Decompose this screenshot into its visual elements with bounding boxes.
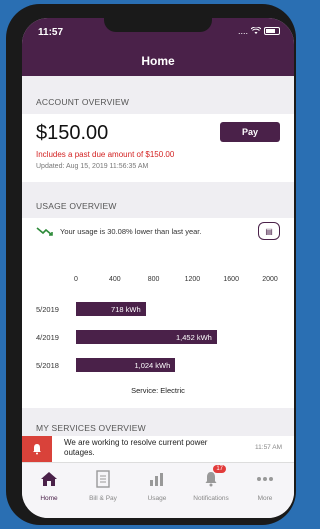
bar-category-label: 4/2019 [36,333,59,342]
usage-bar-chart: 0 400 800 1200 1600 2000 5/2019 718 kWh 4/2019 1,… [22,218,294,408]
pay-button[interactable]: Pay [220,122,280,142]
phone-frame: 11:57 .... Home ACCOUNT OVERVIEW $150.00… [6,4,296,525]
home-icon [38,469,60,489]
signal-icon: .... [237,26,248,36]
x-tick-label: 1200 [184,276,201,283]
tab-more[interactable]: More [238,469,292,502]
tab-label: Home [40,495,58,502]
battery-icon [264,27,280,35]
status-icons: .... [238,26,280,36]
usage-icon [146,469,168,489]
usage-bar[interactable]: 1,024 kWh [76,358,176,372]
service-type: Service: Electric [131,386,185,395]
more-icon [254,469,276,489]
x-tick-label: 1600 [223,276,239,283]
tab-notifications[interactable]: 17 Notifications [184,465,238,502]
notification-badge: 17 [213,465,226,473]
alert-message: We are working to resolve current power … [64,438,208,457]
tab-label: Usage [147,495,167,502]
x-tick-label: 2000 [262,276,278,283]
updated-timestamp: Updated: Aug 15, 2019 11:56:35 AM [36,163,149,170]
tab-label: Bill & Pay [89,495,117,502]
bar-category-label: 5/2019 [36,305,59,314]
status-time: 11:57 [38,27,64,38]
tab-label: More [257,495,273,502]
account-overview-label: ACCOUNT OVERVIEW [36,97,130,107]
tab-label: Notifications [193,495,229,502]
x-tick-label: 0 [74,276,78,283]
app-header: 11:57 .... Home [22,18,294,76]
services-overview-label: MY SERVICES OVERVIEW [36,423,146,433]
notch [104,18,212,32]
balance-amount: $150.00 [36,122,109,144]
usage-overview-label: USAGE OVERVIEW [36,201,117,211]
tab-bill-pay[interactable]: Bill & Pay [76,469,130,502]
x-tick-label: 800 [147,276,160,283]
bill-icon [92,469,114,489]
alert-time: 11:57 AM [255,444,282,451]
usage-bar[interactable]: 1,452 kWh [76,330,217,344]
usage-overview-card: Your usage is 30.08% lower than last yea… [22,218,294,408]
x-tick-label: 400 [108,276,121,283]
tab-usage[interactable]: Usage [130,469,184,502]
wifi-icon [251,27,261,34]
page-title: Home [141,54,175,68]
bell-icon: 17 [200,465,226,489]
alert-bell-icon [22,436,52,462]
usage-bar[interactable]: 718 kWh [76,302,146,316]
past-due-notice: Includes a past due amount of $150.00 [36,150,175,159]
account-overview-card: $150.00 Pay Includes a past due amount o… [22,114,294,182]
tab-home[interactable]: Home [22,469,76,502]
bar-category-label: 5/2018 [36,361,59,370]
outage-alert[interactable]: We are working to resolve current power … [22,436,294,462]
tab-bar: Home Bill & Pay Usage 17 Notifications M… [22,462,294,518]
app-screen: 11:57 .... Home ACCOUNT OVERVIEW $150.00… [22,18,294,518]
